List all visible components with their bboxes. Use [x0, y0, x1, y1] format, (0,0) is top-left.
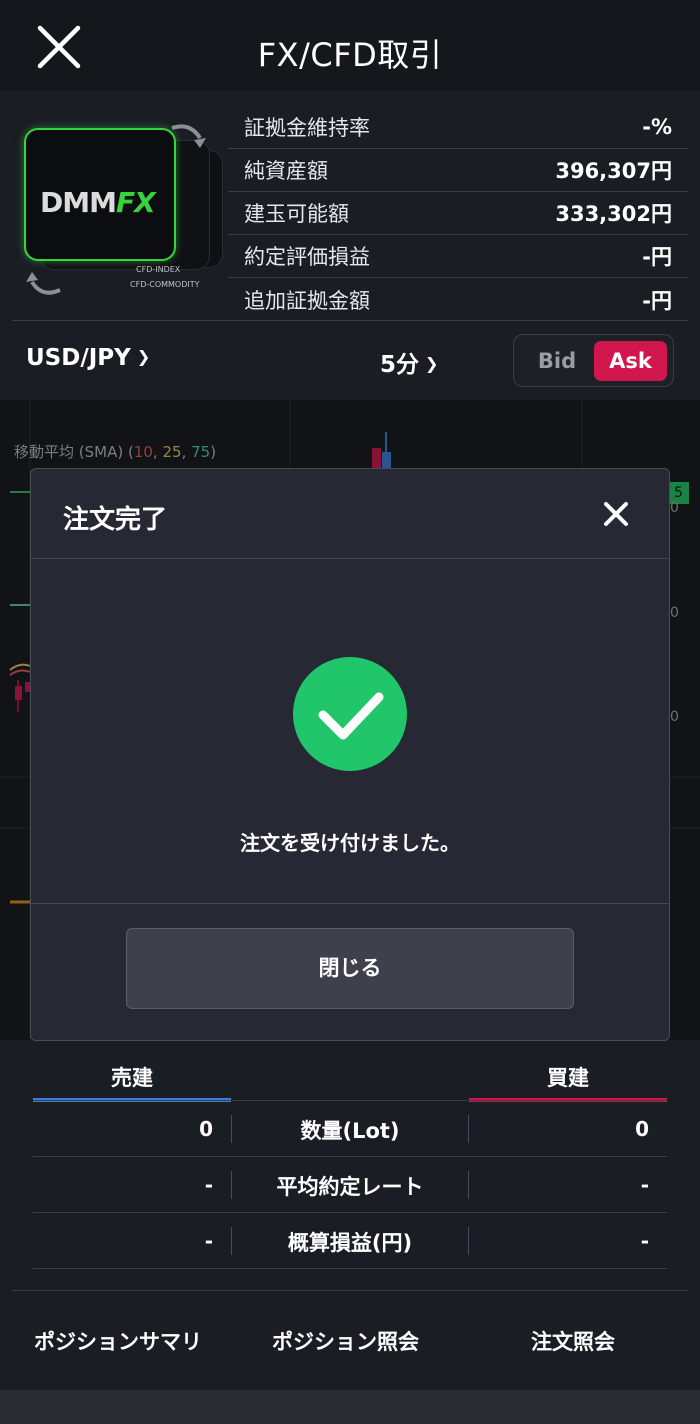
- summary-row-est-pl: - 概算損益(円) -: [33, 1213, 667, 1269]
- sell-position-header: 売建: [111, 1066, 153, 1090]
- divider: [12, 1290, 688, 1291]
- info-row-available: 建玉可能額 333,302円: [228, 192, 688, 235]
- dialog-message: 注文を受け付けました。: [240, 831, 460, 855]
- currency-pair-select[interactable]: USD/JPY ❯: [26, 345, 150, 371]
- divider: [468, 1227, 469, 1255]
- cfd-index-label: CFD-INDEX: [136, 265, 181, 274]
- divider: [31, 903, 669, 904]
- logo-card-fx: DMMFX: [24, 128, 176, 261]
- bid-button[interactable]: Bid: [522, 341, 592, 381]
- dialog-close-button[interactable]: 閉じる: [126, 928, 574, 1009]
- info-row-additional-margin: 追加証拠金額 -円: [244, 288, 672, 313]
- app-header: FX/CFD取引: [0, 0, 700, 91]
- rotate-arrow-icon: [171, 124, 206, 148]
- chevron-down-icon: ❯: [136, 347, 151, 366]
- nav-position-inquiry[interactable]: ポジション照会: [272, 1326, 419, 1356]
- nav-order-inquiry[interactable]: 注文照会: [531, 1326, 615, 1356]
- info-row-margin-ratio: 証拠金維持率 -%: [228, 106, 688, 149]
- chevron-down-icon: ❯: [425, 354, 439, 373]
- product-switcher[interactable]: DMMFX CFD-INDEX CFD-COMMODITY: [18, 118, 223, 308]
- page-title: FX/CFD取引: [257, 36, 443, 74]
- ask-button[interactable]: Ask: [594, 341, 667, 381]
- info-row-unrealized-pl: 約定評価損益 -円: [228, 235, 688, 278]
- rotate-arrow-icon: [26, 272, 61, 295]
- cfd-commodity-label: CFD-COMMODITY: [130, 280, 200, 289]
- summary-row-quantity: 0 数量(Lot) 0: [33, 1101, 667, 1157]
- success-check-icon: [293, 657, 407, 771]
- nav-position-summary[interactable]: ポジションサマリ: [34, 1326, 202, 1356]
- divider: [468, 1171, 469, 1199]
- bottom-bar: [0, 1390, 700, 1424]
- info-row-net-assets: 純資産額 396,307円: [228, 149, 688, 192]
- summary-row-avg-rate: - 平均約定レート -: [33, 1157, 667, 1213]
- buy-position-header: 買建: [547, 1066, 589, 1090]
- account-info-table: 証拠金維持率 -% 純資産額 396,307円 建玉可能額 333,302円 約…: [228, 106, 688, 321]
- close-icon[interactable]: [599, 497, 633, 531]
- bottom-nav: ポジションサマリ ポジション照会 注文照会: [0, 1310, 700, 1372]
- divider: [12, 320, 688, 321]
- order-complete-dialog: 注文完了 注文を受け付けました。 閉じる: [30, 468, 670, 1041]
- dialog-title: 注文完了: [63, 505, 168, 535]
- dmm-fx-logo: DMMFX: [40, 186, 156, 219]
- bid-ask-toggle: Bid Ask: [513, 334, 674, 387]
- timeframe-select[interactable]: 5分 ❯: [380, 345, 438, 379]
- dialog-header: 注文完了: [31, 469, 669, 559]
- divider: [468, 1115, 469, 1143]
